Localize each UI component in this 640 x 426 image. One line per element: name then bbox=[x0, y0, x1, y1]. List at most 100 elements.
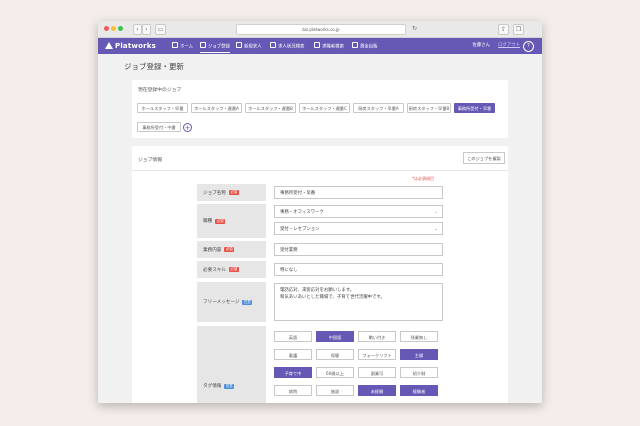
top-navbar: Platworks ホーム ジョブ登録 新規求人 求人状況検索 求職者検索 資金… bbox=[98, 38, 542, 54]
work-content-label: 業務内容 必須 bbox=[197, 241, 266, 258]
required-badge: 必須 bbox=[228, 190, 239, 195]
help-icon[interactable]: ? bbox=[523, 41, 534, 52]
tabs-icon[interactable]: ❐ bbox=[513, 24, 524, 35]
occupation-category-select[interactable]: 事務・オフィスワーク ⌄ bbox=[274, 205, 443, 218]
work-content-input[interactable]: 受付業務 bbox=[274, 243, 443, 256]
job-chip[interactable]: ホールスタッフ・遅番C bbox=[299, 103, 350, 113]
nav-new-posting-label: 新規求人 bbox=[244, 44, 262, 50]
close-window-button[interactable] bbox=[104, 26, 109, 31]
tags-label-text: タグ情報 bbox=[203, 384, 222, 389]
address-bar[interactable]: biz.platworks.co.jp bbox=[236, 24, 406, 35]
free-message-textarea[interactable]: 電話応対、来客応対をお願いします。和気あいあいとした職場で、子育て世代活躍中です… bbox=[274, 283, 443, 321]
maximize-window-button[interactable] bbox=[118, 26, 123, 31]
job-info-card: ジョブ情報 このジョブを複製 *は必須項目 ジョブ名称 必須 事務所受付・早番 職… bbox=[132, 146, 508, 403]
list-icon bbox=[270, 42, 276, 48]
job-name-label: ジョブ名称 必須 bbox=[197, 184, 266, 201]
logo-icon bbox=[105, 42, 113, 49]
tag-option-selected[interactable]: 子育て中 bbox=[274, 367, 312, 378]
add-job-button[interactable]: + bbox=[183, 123, 192, 132]
nav-home-label: ホーム bbox=[180, 44, 194, 50]
skills-label-text: 必要スキル bbox=[203, 267, 226, 273]
browser-window: ‹ › ▭ biz.platworks.co.jp ↻ ⇪ ❐ Platwork… bbox=[98, 21, 542, 403]
occupation-sub-value: 受付・レセプション bbox=[280, 227, 320, 232]
tag-option[interactable]: 紹介制 bbox=[400, 367, 438, 378]
browser-titlebar: ‹ › ▭ biz.platworks.co.jp ↻ ⇪ ❐ bbox=[98, 21, 542, 38]
optional-badge: 任意 bbox=[242, 299, 253, 305]
job-chip[interactable]: 厨房スタッフ・早番A bbox=[353, 103, 404, 113]
tag-option[interactable]: 看護 bbox=[274, 349, 312, 360]
tag-option[interactable]: 残業無し bbox=[400, 331, 438, 342]
main-content: ジョブ登録・更新 現在登録中のジョブ ホールスタッフ・早番 ホールスタッフ・遅番… bbox=[98, 54, 542, 403]
search-icon bbox=[314, 42, 320, 48]
nav-home[interactable]: ホーム bbox=[172, 42, 193, 52]
logout-link[interactable]: ログアウト bbox=[498, 42, 520, 50]
chevron-down-icon: ⌄ bbox=[433, 209, 438, 215]
document-icon bbox=[200, 42, 206, 48]
tag-option[interactable]: 賄い付き bbox=[358, 331, 396, 342]
job-name-label-text: ジョブ名称 bbox=[203, 190, 226, 196]
person-icon bbox=[236, 42, 242, 48]
minimize-window-button[interactable] bbox=[111, 26, 116, 31]
sidebar-toggle-icon[interactable]: ▭ bbox=[155, 24, 166, 35]
tag-option-selected[interactable]: 中国語 bbox=[316, 331, 354, 342]
skills-input[interactable]: 特になし bbox=[274, 263, 443, 276]
nav-job-register[interactable]: ジョブ登録 bbox=[200, 42, 230, 53]
job-chip[interactable]: ホールスタッフ・遅番A bbox=[191, 103, 242, 113]
job-chip[interactable]: 厨房スタッフ・早番B bbox=[407, 103, 451, 113]
nav-new-posting[interactable]: 新規求人 bbox=[236, 42, 262, 52]
nav-seeker-search-label: 求職者検索 bbox=[322, 44, 344, 50]
optional-badge: 任意 bbox=[224, 383, 235, 389]
job-chip-selected[interactable]: 事務所受付・早番 bbox=[454, 103, 495, 113]
platworks-logo[interactable]: Platworks bbox=[105, 41, 156, 51]
nav-posting-status-label: 求人状況検索 bbox=[278, 44, 305, 50]
occupation-label-text: 職種 bbox=[203, 219, 213, 224]
wallet-icon bbox=[352, 42, 358, 48]
tag-option-selected[interactable]: 未経験 bbox=[358, 385, 396, 396]
nav-job-register-label: ジョブ登録 bbox=[208, 44, 230, 50]
tag-option[interactable]: フォークリフト bbox=[358, 349, 396, 360]
page-title: ジョブ登録・更新 bbox=[124, 62, 184, 71]
required-note: *は必須項目 bbox=[412, 176, 434, 181]
tag-option[interactable]: 病院 bbox=[274, 385, 312, 396]
occupation-sub-select[interactable]: 受付・レセプション ⌄ bbox=[274, 222, 443, 235]
nav-posting-status[interactable]: 求人状況検索 bbox=[270, 42, 304, 52]
free-message-line: 電話応対、来客応対をお願いします。 bbox=[280, 288, 355, 293]
work-content-label-text: 業務内容 bbox=[203, 247, 222, 253]
job-chip[interactable]: ホールスタッフ・早番 bbox=[137, 103, 188, 113]
skills-label: 必要スキル 必須 bbox=[197, 261, 266, 278]
tag-option[interactable]: 英語 bbox=[274, 331, 312, 342]
chevron-down-icon: ⌄ bbox=[433, 226, 438, 232]
back-button[interactable]: ‹ bbox=[133, 24, 142, 35]
required-badge: 必須 bbox=[215, 218, 225, 224]
job-info-title: ジョブ情報 bbox=[138, 158, 162, 163]
required-badge: 必須 bbox=[228, 267, 239, 272]
tag-option[interactable]: 60歳以上 bbox=[316, 367, 354, 378]
free-message-line: 和気あいあいとした職場で、子育て世代活躍中です。 bbox=[280, 295, 385, 300]
job-chip[interactable]: ホールスタッフ・遅番B bbox=[245, 103, 296, 113]
registered-jobs-title: 現在登録中のジョブ bbox=[138, 88, 182, 93]
logo-text: Platworks bbox=[115, 42, 156, 50]
user-name: 佐藤さん bbox=[472, 43, 490, 48]
tag-option-selected[interactable]: 主婦 bbox=[400, 349, 438, 360]
share-icon[interactable]: ⇪ bbox=[498, 24, 509, 35]
free-message-label-text: フリーメッセージ bbox=[203, 300, 240, 305]
reload-icon[interactable]: ↻ bbox=[412, 24, 417, 33]
nav-funds-label: 資金自販 bbox=[360, 44, 378, 50]
occupation-category-value: 事務・オフィスワーク bbox=[280, 210, 324, 215]
required-badge: 必須 bbox=[224, 247, 235, 252]
occupation-label: 職種 必須 bbox=[197, 204, 266, 238]
registered-jobs-card: 現在登録中のジョブ ホールスタッフ・早番 ホールスタッフ・遅番A ホールスタッフ… bbox=[132, 80, 508, 138]
forward-button[interactable]: › bbox=[142, 24, 151, 35]
tag-option-selected[interactable]: 経験者 bbox=[400, 385, 438, 396]
nav-funds[interactable]: 資金自販 bbox=[352, 42, 378, 52]
job-name-input[interactable]: 事務所受付・早番 bbox=[274, 186, 443, 199]
tag-option[interactable]: 副業可 bbox=[358, 367, 396, 378]
job-chip[interactable]: 事務所受付・中番 bbox=[137, 122, 181, 132]
divider bbox=[132, 170, 508, 171]
tags-label: タグ情報 任意 bbox=[197, 326, 266, 403]
nav-seeker-search[interactable]: 求職者検索 bbox=[314, 42, 344, 52]
tag-option[interactable]: 施設 bbox=[316, 385, 354, 396]
duplicate-job-button[interactable]: このジョブを複製 bbox=[463, 152, 505, 164]
tag-option[interactable]: 保健 bbox=[316, 349, 354, 360]
home-icon bbox=[172, 42, 178, 48]
